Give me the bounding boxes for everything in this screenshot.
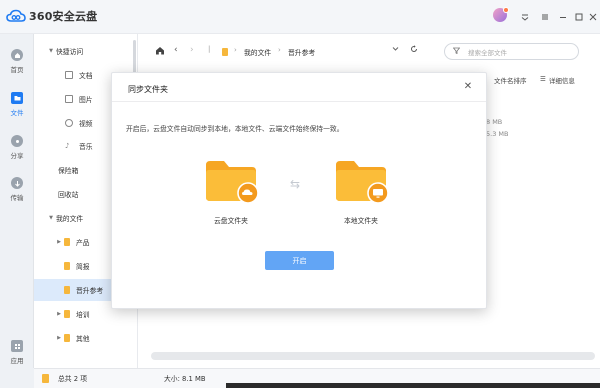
forward-arrow-icon[interactable]: › [190, 45, 194, 55]
file-size: 8 MB [486, 118, 503, 126]
music-icon: ♪ [65, 142, 70, 150]
left-nav-bar: 首页 文件 分享 传输 应用 [0, 34, 34, 388]
tree-label: 晋升参考 [76, 287, 104, 295]
tree-label: 我的文件 [56, 215, 84, 223]
transfer-icon [11, 177, 23, 189]
detail-view-label: 详细信息 [548, 77, 575, 85]
enable-sync-button[interactable]: 开启 [265, 251, 334, 270]
folder-icon [64, 238, 70, 246]
share-icon [11, 135, 23, 147]
back-arrow-icon[interactable]: ‹ [174, 45, 178, 55]
tree-label: 保险箱 [58, 167, 79, 175]
tree-label: 回收站 [58, 191, 79, 199]
close-icon[interactable]: ✕ [462, 81, 474, 93]
left-nav-label: 传输 [10, 194, 24, 202]
menu-dropdown-icon[interactable] [518, 10, 532, 24]
dialog-title: 同步文件夹 [128, 85, 168, 94]
dialog-message: 开启后，云盘文件自动同步到本地，本地文件、云端文件始终保持一致。 [126, 125, 344, 133]
left-nav-label: 分享 [10, 152, 24, 160]
app-window: 360安全云盘 首页 文件 分享 传输 应用 ▼ 快捷访问 文档 图片 视频 ♪… [0, 0, 600, 388]
collapse-triangle-icon: ▶ [57, 335, 61, 341]
folder-icon [64, 262, 70, 270]
status-size: 大小: 8.1 MB [164, 375, 206, 383]
status-total: 总共 2 项 [58, 375, 88, 383]
collapse-triangle-icon: ▶ [57, 239, 61, 245]
tree-label: 音乐 [79, 143, 93, 151]
image-icon [65, 95, 73, 103]
video-icon [65, 119, 73, 127]
cloud-folder-icon [204, 157, 259, 204]
horizontal-scrollbar[interactable] [151, 352, 595, 360]
detail-view-button[interactable]: ☰ 详细信息 [540, 75, 575, 85]
folder-icon [42, 374, 49, 383]
tree-label: 简报 [76, 263, 90, 271]
document-icon [65, 71, 73, 79]
search-placeholder: 搜索全部文件 [468, 48, 507, 57]
settings-menu-icon[interactable] [538, 10, 552, 24]
left-nav-label: 首页 [10, 66, 24, 74]
home-nav-icon[interactable] [155, 46, 165, 58]
breadcrumb-separator: | [208, 45, 211, 53]
breadcrumb-separator: › [234, 46, 237, 54]
minimize-icon[interactable] [556, 10, 570, 24]
file-size: 5.3 MB [486, 130, 509, 138]
tree-label: 产品 [76, 239, 90, 247]
left-nav-bottom [0, 368, 34, 388]
tree-quick-access[interactable]: ▼ 快捷访问 [34, 40, 138, 62]
expand-triangle-icon: ▼ [49, 215, 53, 221]
search-input[interactable]: 搜索全部文件 [444, 43, 579, 60]
dialog-divider [112, 101, 486, 102]
title-bar: 360安全云盘 [0, 0, 600, 34]
folder-icon [64, 334, 70, 342]
local-folder-icon [334, 157, 389, 204]
breadcrumb-my-files[interactable]: 我的文件 [244, 47, 271, 57]
maximize-icon[interactable] [572, 10, 586, 24]
left-nav-files[interactable]: 文件 [0, 92, 34, 117]
sync-folder-dialog: 同步文件夹 ✕ 开启后，云盘文件自动同步到本地，本地文件、云端文件始终保持一致。… [111, 72, 487, 309]
left-nav-label: 文件 [10, 109, 24, 117]
left-nav-label: 应用 [10, 357, 24, 365]
left-nav-share[interactable]: 分享 [0, 135, 34, 160]
tree-label: 其他 [76, 335, 90, 343]
expand-triangle-icon: ▼ [49, 48, 53, 54]
tree-folder-other[interactable]: ▶ 其他 [34, 327, 138, 349]
tree-label: 培训 [76, 311, 90, 319]
taskbar-edge [226, 383, 600, 388]
dropdown-chevron-icon[interactable] [392, 45, 399, 55]
folder-icon [222, 48, 228, 56]
tree-label: 视频 [79, 120, 93, 128]
refresh-icon[interactable] [410, 45, 418, 56]
tree-label: 文档 [79, 72, 93, 80]
cloud-folder-label: 云盘文件夹 [214, 217, 248, 225]
app-logo: 360安全云盘 [6, 5, 97, 27]
folder-icon [64, 286, 70, 294]
tree-label: 图片 [79, 96, 93, 104]
app-logo-text: 360安全云盘 [29, 10, 98, 23]
home-icon [11, 49, 23, 61]
apps-icon [11, 340, 23, 352]
local-folder-label: 本地文件夹 [344, 217, 378, 225]
list-icon: ☰ [540, 75, 546, 83]
tree-label: 快捷访问 [56, 48, 84, 56]
folder-icon [64, 310, 70, 318]
filter-icon[interactable] [452, 47, 461, 56]
left-nav-home[interactable]: 首页 [0, 49, 34, 74]
breadcrumb-current[interactable]: 晋升参考 [288, 47, 315, 57]
close-icon[interactable] [586, 10, 600, 24]
breadcrumb-separator: › [278, 46, 281, 54]
left-nav-apps[interactable]: 应用 [0, 340, 34, 365]
sort-button[interactable]: 文件名排序 [494, 75, 527, 85]
cloud-logo-icon [6, 9, 26, 22]
folder-icon [11, 92, 23, 104]
navigation-bar: ‹ › | › 我的文件 › 晋升参考 搜索全部文件 [138, 34, 600, 70]
notification-badge [503, 7, 509, 13]
left-nav-transfer[interactable]: 传输 [0, 177, 34, 202]
collapse-triangle-icon: ▶ [57, 311, 61, 317]
sync-arrows-icon: ⇆ [290, 177, 301, 191]
